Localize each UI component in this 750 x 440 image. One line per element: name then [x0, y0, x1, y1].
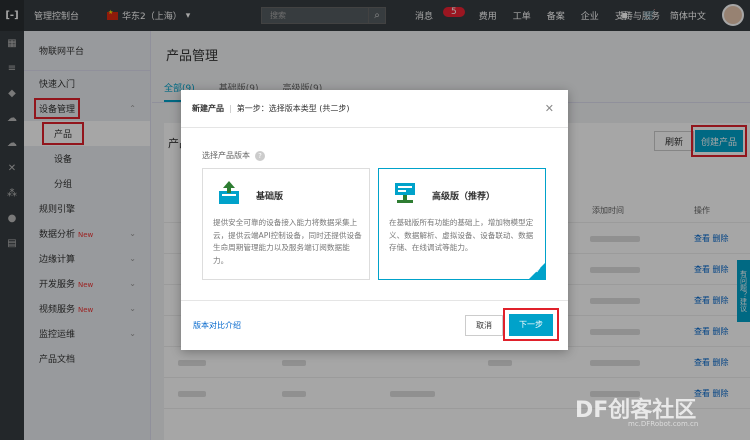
- cancel-button[interactable]: 取消: [465, 315, 503, 336]
- selected-check-icon: ✓: [529, 263, 545, 279]
- next-button[interactable]: 下一步: [509, 313, 553, 336]
- dialog-header: 新建产品 | 第一步：选择版本类型 (共二步): [181, 90, 568, 128]
- dialog-step: 第一步：选择版本类型 (共二步): [236, 104, 350, 113]
- version-label-row: 选择产品版本 ?: [202, 150, 265, 161]
- version-label: 选择产品版本: [202, 151, 250, 160]
- dialog-footer-divider: [181, 300, 568, 301]
- new-product-dialog: 新建产品 | 第一步：选择版本类型 (共二步) ✕ 选择产品版本 ? 基础版 提…: [181, 90, 568, 350]
- compare-link[interactable]: 版本对比介绍: [193, 320, 241, 331]
- dialog-title: 新建产品: [192, 104, 224, 113]
- watermark-url: mc.DFRobot.com.cn: [628, 420, 699, 428]
- advanced-desc: 在基础版所有功能的基础上，增加物模型定义、数据解析、虚拟设备、设备联动、数据存储…: [389, 218, 534, 252]
- advanced-title: 高级版（推荐）: [432, 192, 496, 202]
- basic-upload-icon: [219, 181, 239, 204]
- basic-title: 基础版: [256, 192, 284, 202]
- advanced-server-icon: [395, 183, 415, 203]
- header-separator: |: [229, 104, 232, 113]
- basic-desc: 提供安全可靠的设备接入能力将数据采集上云，提供云端API控制设备，同时还提供设备…: [213, 218, 362, 265]
- basic-version-option[interactable]: 基础版 提供安全可靠的设备接入能力将数据采集上云，提供云端API控制设备，同时还…: [202, 168, 370, 280]
- next-button-highlight: 下一步: [503, 308, 559, 341]
- advanced-version-option[interactable]: 高级版（推荐） 在基础版所有功能的基础上，增加物模型定义、数据解析、虚拟设备、设…: [378, 168, 546, 280]
- help-icon[interactable]: ?: [255, 150, 265, 161]
- close-icon[interactable]: ✕: [545, 102, 554, 115]
